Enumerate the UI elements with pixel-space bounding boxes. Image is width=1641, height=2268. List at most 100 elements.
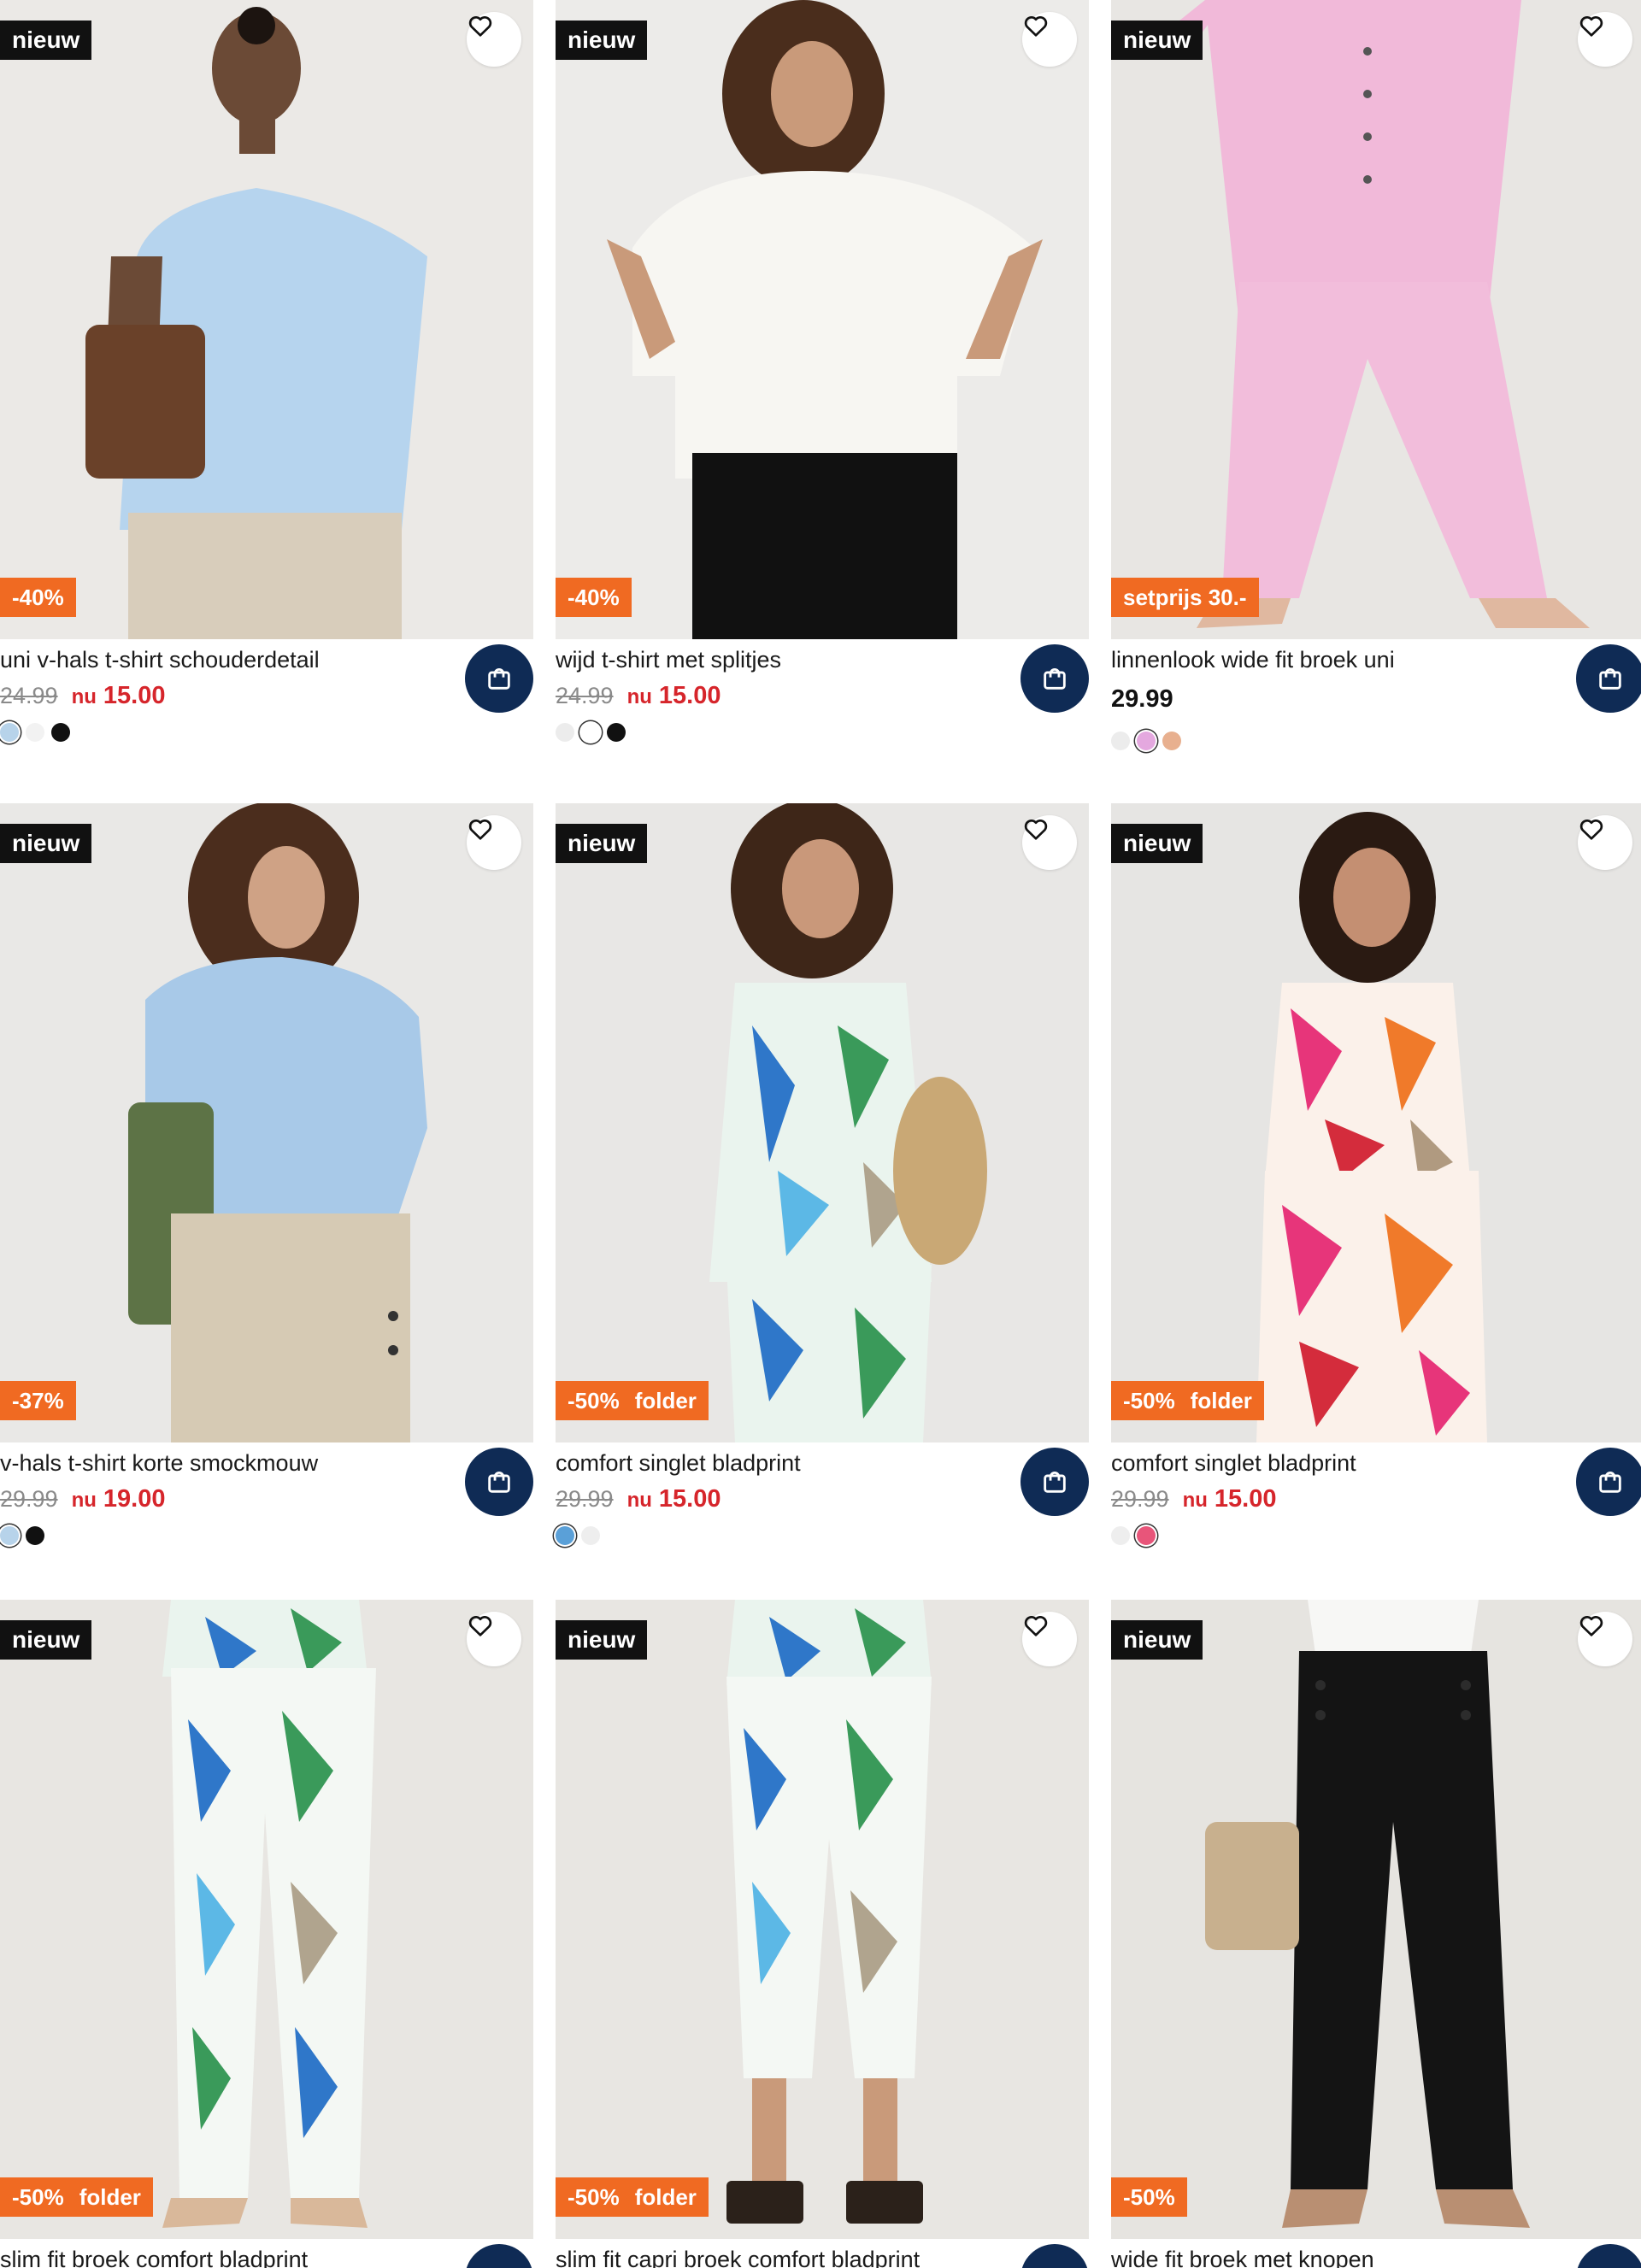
shopping-bag-icon — [485, 2264, 514, 2268]
discount-label: -50% — [0, 2177, 76, 2217]
product-price: 29.99 — [1111, 684, 1173, 714]
heart-icon — [1024, 1615, 1048, 1636]
wishlist-button[interactable] — [467, 815, 521, 870]
product-image[interactable]: nieuw -50% folder — [556, 803, 1089, 1442]
nu-label: nu — [626, 1489, 652, 1512]
product-image[interactable]: nieuw setprijs 30.- — [1111, 0, 1641, 639]
new-badge: nieuw — [0, 21, 92, 60]
color-swatch[interactable] — [1137, 732, 1156, 750]
product-title[interactable]: wide fit broek met knopen — [1111, 2244, 1374, 2268]
wishlist-button[interactable] — [1022, 1612, 1077, 1666]
new-badge: nieuw — [556, 824, 648, 863]
product-price: 29.99 nu 19.00 — [0, 1484, 165, 1516]
product-title[interactable]: slim fit capri broek comfort bladprint — [556, 2244, 920, 2268]
folder-label: folder — [631, 2177, 709, 2217]
discount-label: -37% — [0, 1381, 76, 1420]
setprice-label: setprijs 30.- — [1111, 578, 1259, 617]
color-swatch[interactable] — [581, 723, 600, 742]
nu-label: nu — [1182, 1489, 1208, 1512]
heart-icon — [1579, 819, 1603, 840]
color-swatches — [1111, 732, 1181, 750]
discount-label: -50% — [1111, 1381, 1187, 1420]
promo-labels: -37% — [0, 1381, 76, 1420]
add-to-cart-button[interactable] — [1020, 2244, 1089, 2268]
folder-label: folder — [631, 1381, 709, 1420]
promo-labels: setprijs 30.- — [1111, 578, 1259, 617]
add-to-cart-button[interactable] — [1576, 1448, 1641, 1516]
new-badge: nieuw — [556, 1620, 648, 1660]
wishlist-button[interactable] — [467, 12, 521, 67]
product-image[interactable]: nieuw -40% — [0, 0, 533, 639]
add-to-cart-button[interactable] — [1576, 644, 1641, 713]
heart-icon — [468, 15, 492, 37]
promo-labels: -50% — [1111, 2177, 1187, 2217]
product-title[interactable]: v-hals t-shirt korte smockmouw — [0, 1448, 318, 1478]
add-to-cart-button[interactable] — [465, 2244, 533, 2268]
add-to-cart-button[interactable] — [1576, 2244, 1641, 2268]
wishlist-button[interactable] — [1578, 815, 1632, 870]
discount-label: -50% — [1111, 2177, 1187, 2217]
color-swatch[interactable] — [26, 723, 44, 742]
heart-icon — [468, 1615, 492, 1636]
promo-labels: -50% folder — [556, 1381, 709, 1420]
product-image[interactable]: nieuw -40% — [556, 0, 1089, 639]
color-swatch[interactable] — [26, 1526, 44, 1545]
color-swatches — [556, 1526, 600, 1545]
wishlist-button[interactable] — [1578, 1612, 1632, 1666]
product-image[interactable]: nieuw -37% — [0, 803, 533, 1442]
new-badge: nieuw — [0, 1620, 92, 1660]
product-title[interactable]: comfort singlet bladprint — [1111, 1448, 1356, 1478]
product-title[interactable]: wijd t-shirt met splitjes — [556, 644, 781, 675]
color-swatch[interactable] — [1111, 732, 1130, 750]
product-image[interactable]: nieuw -50% folder — [0, 1600, 533, 2239]
shopping-bag-icon — [1596, 2264, 1625, 2268]
sale-price: 19.00 — [103, 1485, 166, 1513]
add-to-cart-button[interactable] — [465, 644, 533, 713]
color-swatch[interactable] — [1111, 1526, 1130, 1545]
add-to-cart-button[interactable] — [1020, 1448, 1089, 1516]
product-image[interactable]: nieuw -50% — [1111, 1600, 1641, 2239]
sale-price: 15.00 — [1214, 1485, 1277, 1513]
wishlist-button[interactable] — [1022, 815, 1077, 870]
color-swatch[interactable] — [556, 723, 574, 742]
color-swatch[interactable] — [581, 1526, 600, 1545]
wishlist-button[interactable] — [467, 1612, 521, 1666]
nu-label: nu — [71, 1489, 97, 1512]
product-title[interactable]: linnenlook wide fit broek uni — [1111, 644, 1395, 675]
new-badge: nieuw — [556, 21, 648, 60]
add-to-cart-button[interactable] — [1020, 644, 1089, 713]
shopping-bag-icon — [1040, 2264, 1069, 2268]
new-badge: nieuw — [1111, 824, 1203, 863]
color-swatches — [1111, 1526, 1156, 1545]
color-swatches — [556, 723, 626, 742]
discount-label: -40% — [0, 578, 76, 617]
heart-icon — [1024, 819, 1048, 840]
product-image[interactable]: nieuw -50% folder — [1111, 803, 1641, 1442]
shopping-bag-icon — [1599, 668, 1621, 690]
product-grid: nieuw -40% uni v-hals t-shirt schouderde… — [0, 0, 1641, 2268]
nu-label: nu — [71, 685, 97, 708]
color-swatch[interactable] — [556, 1526, 574, 1545]
old-price: 29.99 — [0, 1486, 58, 1512]
color-swatch[interactable] — [51, 723, 70, 742]
color-swatches — [0, 723, 70, 742]
wishlist-button[interactable] — [1022, 12, 1077, 67]
product-title[interactable]: slim fit broek comfort bladprint — [0, 2244, 308, 2268]
product-price: 24.99 nu 15.00 — [0, 680, 165, 713]
shopping-bag-icon — [488, 668, 510, 690]
wishlist-button[interactable] — [1578, 12, 1632, 67]
shopping-bag-icon — [1599, 1472, 1621, 1493]
product-title[interactable]: comfort singlet bladprint — [556, 1448, 801, 1478]
color-swatch[interactable] — [0, 1526, 19, 1545]
old-price: 24.99 — [0, 683, 58, 708]
nu-label: nu — [626, 685, 652, 708]
product-image[interactable]: nieuw -50% folder — [556, 1600, 1089, 2239]
color-swatch[interactable] — [0, 723, 19, 742]
heart-icon — [468, 819, 492, 840]
add-to-cart-button[interactable] — [465, 1448, 533, 1516]
color-swatch[interactable] — [1137, 1526, 1156, 1545]
color-swatch[interactable] — [1162, 732, 1181, 750]
regular-price: 29.99 — [1111, 685, 1173, 713]
product-title[interactable]: uni v-hals t-shirt schouderdetail — [0, 644, 320, 675]
color-swatch[interactable] — [607, 723, 626, 742]
